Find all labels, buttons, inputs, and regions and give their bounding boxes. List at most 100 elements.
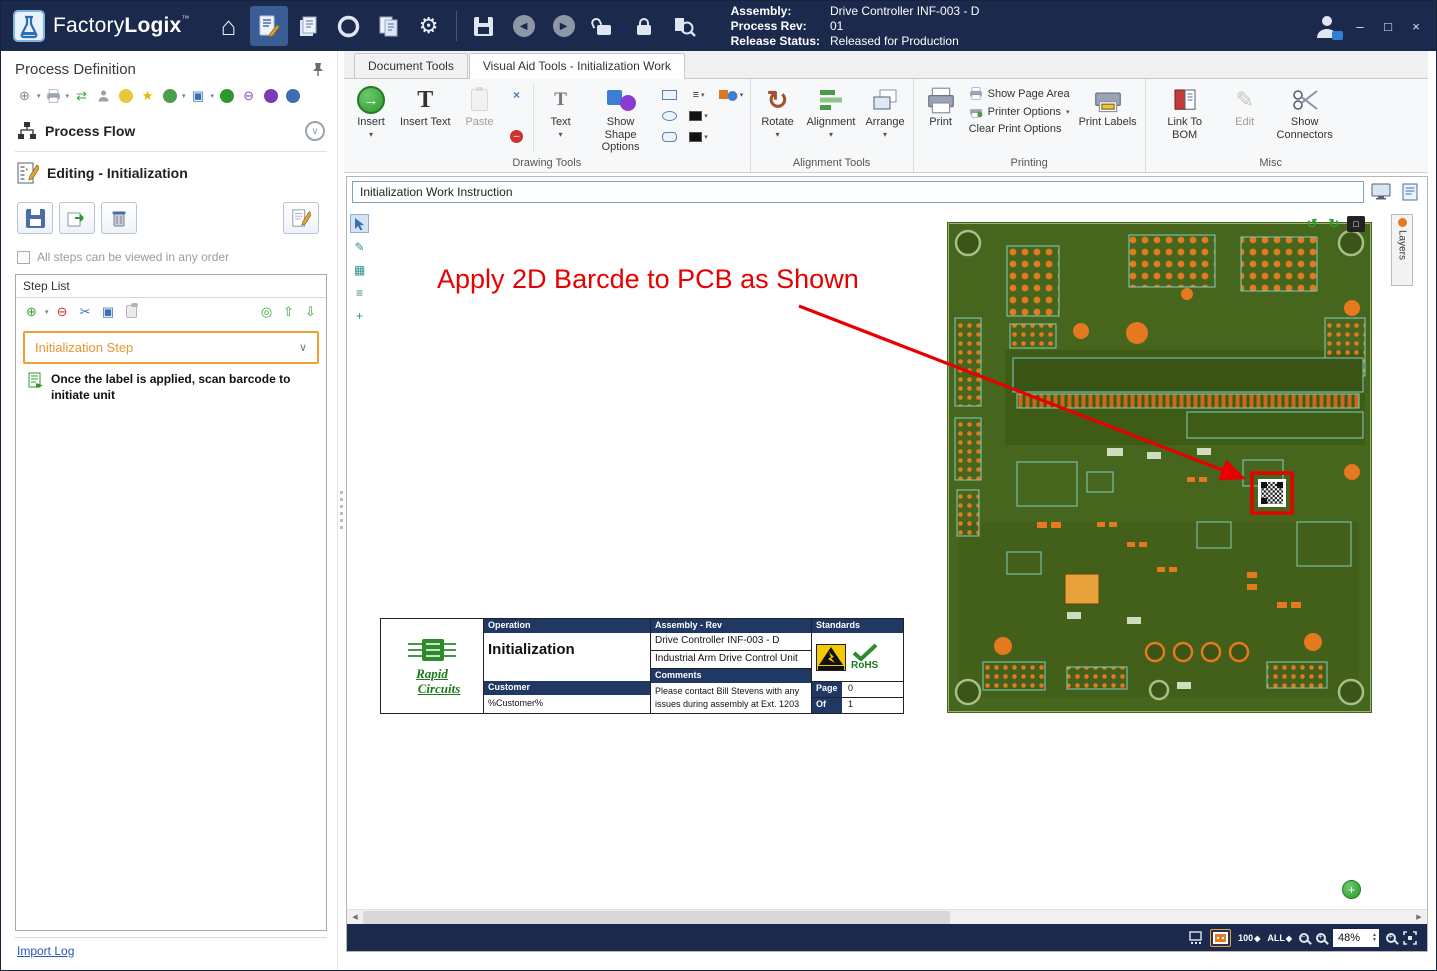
back-button[interactable]: ◀ [505,6,543,46]
copy-steps-icon[interactable]: ▣ [189,86,208,105]
scroll-right-arrow[interactable]: ▶ [1411,910,1427,925]
copy-icon[interactable]: ▣ [99,302,118,321]
zoom-in-cursor-icon[interactable]: + [1316,933,1326,943]
delete-button[interactable] [101,202,137,234]
show-page-area-button[interactable]: Show Page Area [966,86,1073,101]
release-search-button[interactable] [665,6,703,46]
dropdown-icon[interactable]: ▾ [211,92,215,100]
rectangle-shape-button[interactable] [658,85,682,104]
edit-work-instruction-button[interactable] [283,202,319,234]
process-flow-item[interactable]: Process Flow ∨ [15,113,327,149]
tab-visual-aid-tools[interactable]: Visual Aid Tools - Initialization Work [469,53,685,79]
alignment-button[interactable]: Alignment▾ [803,81,860,155]
user-assign-icon[interactable] [94,86,113,105]
line-color-dropdown[interactable]: ▾ [684,106,714,125]
properties-button[interactable] [1398,181,1422,203]
step-item-initialization[interactable]: Initialization Step ∨ [23,331,319,364]
all-steps-checkbox[interactable] [17,251,30,264]
document-title-input[interactable]: Initialization Work Instruction [352,181,1364,203]
add-process-icon[interactable]: ⊕ [15,86,34,105]
fit-to-window-icon[interactable] [1403,931,1417,945]
remove-process-icon[interactable]: ⊖ [239,86,258,105]
forward-button[interactable]: ▶ [545,6,583,46]
unlock-button[interactable] [585,6,623,46]
arrange-button[interactable]: Arrange▾ [861,81,908,155]
zoom-in-icon[interactable]: + [1386,933,1396,943]
print-button[interactable]: Print [918,81,964,155]
zoom-level-input[interactable]: 48%▲▼ [1333,929,1379,947]
layers-tab[interactable]: Layers [1391,214,1413,286]
annotation-text[interactable]: Apply 2D Barcde to PCB as Shown [437,264,859,295]
collapse-flow-button[interactable]: ∨ [305,121,325,141]
process-definition-button[interactable] [250,6,288,46]
maximize-button[interactable]: □ [1376,15,1400,37]
delete-shape-button[interactable]: × [505,85,529,104]
web-publish-icon[interactable] [217,86,236,105]
anchor-tool-button[interactable]: + [350,306,369,325]
minimize-button[interactable]: – [1348,15,1372,37]
ellipse-shape-button[interactable] [658,106,682,125]
insert-text-button[interactable]: T Insert Text [396,81,455,155]
print-labels-button[interactable]: Print Labels [1075,81,1141,155]
align-tool-button[interactable]: ≡ [350,283,369,302]
target-icon[interactable] [283,86,302,105]
cut-icon[interactable]: ✂ [76,302,95,321]
preview-button[interactable] [1369,181,1393,203]
add-step-icon[interactable]: ⊕ [22,302,41,321]
horizontal-scrollbar[interactable]: ◀ ▶ [347,909,1427,924]
pcb-image[interactable] [947,222,1372,713]
link-to-bom-button[interactable]: Link To BOM [1150,81,1220,155]
table-tool-button[interactable]: ▦ [350,260,369,279]
dropdown-icon[interactable]: ▾ [66,92,70,100]
draw-tool-button[interactable]: ✎ [350,237,369,256]
tab-document-tools[interactable]: Document Tools [354,53,468,78]
panel-splitter[interactable] [337,51,344,970]
rotate-right-icon[interactable]: ↻ [1325,216,1343,232]
favorite-icon[interactable]: ★ [138,86,157,105]
save-step-button[interactable] [17,202,53,234]
select-frame-icon[interactable]: □ [1347,216,1365,232]
move-down-icon[interactable]: ⇩ [301,302,320,321]
insert-button[interactable]: → Insert▾ [348,81,394,155]
paste-icon[interactable] [122,302,141,321]
insert-item-button[interactable]: + [1342,880,1361,899]
alert-icon[interactable] [116,86,135,105]
printer-options-button[interactable]: Printer Options▾ [966,104,1073,119]
line-style-dropdown[interactable]: ≡▾ [684,85,714,104]
rotate-button[interactable]: ↻ Rotate▾ [755,81,801,155]
select-tool-button[interactable] [350,214,369,233]
remove-step-icon[interactable]: ⊖ [53,302,72,321]
document-canvas[interactable]: ✎ ▦ ≡ + Apply 2D Barcde to PCB as Shown … [347,206,1427,909]
rounded-rect-shape-button[interactable] [658,127,682,146]
user-account-button[interactable] [1310,9,1344,43]
settings-button[interactable]: ⚙ [410,6,448,46]
lock-button[interactable] [625,6,663,46]
work-instruction-label[interactable]: Rapid Circuits Operation Initialization … [380,618,904,714]
chevron-down-icon[interactable]: ∨ [299,341,307,354]
subtract-shape-button[interactable]: – [505,127,529,146]
close-button[interactable]: × [1404,15,1428,37]
show-shape-options-button[interactable]: Show Shape Options [586,81,656,155]
import-button[interactable] [59,202,95,234]
show-connectors-button[interactable]: Show Connectors [1270,81,1340,155]
pcb-view-icon[interactable] [1210,929,1231,947]
scrollbar-thumb[interactable] [363,911,950,924]
zoom-all-button[interactable]: ALL◆ [1267,933,1292,943]
move-up-icon[interactable]: ⇧ [279,302,298,321]
zoom-100-button[interactable]: 100◆ [1238,933,1260,943]
pin-icon[interactable] [311,62,325,77]
dropdown-icon[interactable]: ▾ [37,92,41,100]
sync-icon[interactable]: ⇄ [72,86,91,105]
home-button[interactable]: ⌂ [210,6,248,46]
scroll-left-arrow[interactable]: ◀ [347,910,363,925]
dropdown-icon[interactable]: ▾ [182,92,186,100]
documents-button[interactable] [290,6,328,46]
save-button[interactable] [465,6,503,46]
print-process-icon[interactable] [44,86,63,105]
team-icon[interactable] [160,86,179,105]
locate-step-icon[interactable]: ◎ [257,302,276,321]
edit-button[interactable]: ✎ Edit [1222,81,1268,155]
dropdown-icon[interactable]: ▾ [45,308,49,316]
copy-document-button[interactable] [370,6,408,46]
zoom-out-cursor-icon[interactable]: – [1299,933,1309,943]
